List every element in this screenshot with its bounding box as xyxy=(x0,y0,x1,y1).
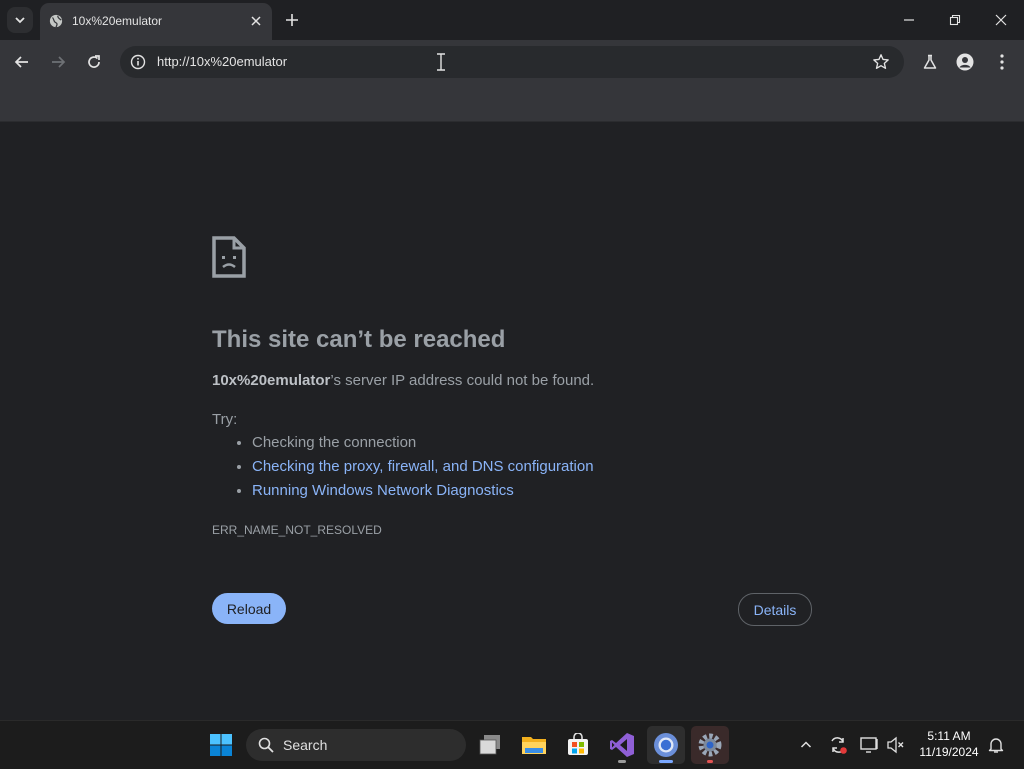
address-bar-url[interactable]: http://10x%20emulator xyxy=(157,54,287,69)
gear-icon xyxy=(698,733,722,757)
error-code: ERR_NAME_NOT_RESOLVED xyxy=(212,523,382,537)
tab-active[interactable]: 10x%20emulator xyxy=(40,3,272,40)
taskbar-search-label: Search xyxy=(283,737,328,753)
avatar-icon xyxy=(956,53,974,71)
close-icon xyxy=(995,14,1007,26)
forward-button[interactable] xyxy=(46,50,70,74)
running-indicator xyxy=(707,760,713,763)
chevron-up-icon xyxy=(800,741,812,748)
restore-icon xyxy=(949,14,961,26)
reload-page-button[interactable] xyxy=(82,50,106,74)
minimize-button[interactable] xyxy=(886,0,932,40)
title-bar: 10x%20emulator xyxy=(0,0,1024,40)
labs-button[interactable] xyxy=(918,50,942,74)
network-tray-button[interactable] xyxy=(860,735,880,755)
error-message-suffix: ’s server IP address could not be found. xyxy=(330,372,595,389)
file-explorer-button[interactable] xyxy=(515,726,553,764)
menu-button[interactable] xyxy=(990,50,1014,74)
suggestion-link-diagnostics[interactable]: Running Windows Network Diagnostics xyxy=(252,480,594,504)
info-icon[interactable] xyxy=(130,54,146,70)
plus-icon xyxy=(286,14,298,26)
volume-tray-button[interactable] xyxy=(886,735,906,755)
system-clock[interactable]: 5:11 AM 11/19/2024 xyxy=(914,728,984,760)
settings-taskbar-button[interactable] xyxy=(691,726,729,764)
suggestion-item: Checking the connection xyxy=(252,432,594,456)
windows-logo-icon xyxy=(210,734,232,756)
running-indicator xyxy=(618,760,626,763)
active-indicator xyxy=(659,760,673,763)
chrome-taskbar-button[interactable] xyxy=(647,726,685,764)
store-button[interactable] xyxy=(559,726,597,764)
try-label: Try: xyxy=(212,411,238,428)
close-icon xyxy=(251,16,261,26)
text-cursor-icon xyxy=(437,53,445,71)
network-monitor-icon xyxy=(860,737,878,753)
visual-studio-icon xyxy=(610,733,634,757)
speaker-muted-icon xyxy=(887,736,904,754)
visual-studio-button[interactable] xyxy=(603,726,641,764)
folder-icon xyxy=(522,737,546,754)
suggestion-link-proxy[interactable]: Checking the proxy, firewall, and DNS co… xyxy=(252,456,594,480)
browser-toolbar: http://10x%20emulator xyxy=(0,40,1024,84)
error-heading: This site can’t be reached xyxy=(212,326,506,353)
arrow-right-icon xyxy=(52,56,66,68)
start-button[interactable] xyxy=(202,726,240,764)
tab-close-button[interactable] xyxy=(248,13,264,29)
kebab-menu-icon xyxy=(1000,54,1004,70)
error-host: 10x%20emulator xyxy=(212,372,331,389)
task-view-button[interactable] xyxy=(471,726,509,764)
error-page: This site can’t be reached 10x%20emulato… xyxy=(0,122,1024,720)
sad-document-icon xyxy=(212,236,246,278)
refresh-icon xyxy=(88,55,100,68)
notifications-button[interactable] xyxy=(986,735,1006,755)
clock-date: 11/19/2024 xyxy=(919,745,979,759)
minimize-icon xyxy=(904,19,914,21)
error-message: 10x%20emulator’s server IP address could… xyxy=(212,372,594,389)
bell-icon xyxy=(988,738,1004,753)
arrow-left-icon xyxy=(14,56,28,68)
back-button[interactable] xyxy=(10,50,34,74)
tab-search-button[interactable] xyxy=(7,7,33,33)
globe-icon xyxy=(49,14,63,28)
task-view-icon xyxy=(479,735,500,755)
close-window-button[interactable] xyxy=(978,0,1024,40)
chrome-icon xyxy=(654,733,678,757)
search-icon xyxy=(258,737,274,753)
details-button[interactable]: Details xyxy=(738,593,812,626)
clock-time: 5:11 AM xyxy=(927,729,971,743)
store-bag-icon xyxy=(568,733,588,755)
suggestions-list: Checking the connection Checking the pro… xyxy=(212,432,594,504)
new-tab-button[interactable] xyxy=(281,9,303,31)
show-hidden-icons-button[interactable] xyxy=(796,735,816,755)
address-bar[interactable]: http://10x%20emulator xyxy=(120,46,904,78)
chevron-down-icon xyxy=(15,17,25,24)
bookmarks-bar xyxy=(0,84,1024,122)
restore-button[interactable] xyxy=(932,0,978,40)
flask-icon xyxy=(923,54,937,69)
profile-button[interactable] xyxy=(953,50,977,74)
taskbar: Search 5:11 AM 11/19/2024 xyxy=(0,720,1024,769)
tab-title: 10x%20emulator xyxy=(72,14,163,28)
reload-button[interactable]: Reload xyxy=(212,593,286,624)
sync-alert-icon xyxy=(831,737,847,754)
bookmark-star-icon[interactable] xyxy=(872,53,890,71)
sync-tray-button[interactable] xyxy=(828,735,848,755)
taskbar-search-box[interactable]: Search xyxy=(246,729,466,761)
